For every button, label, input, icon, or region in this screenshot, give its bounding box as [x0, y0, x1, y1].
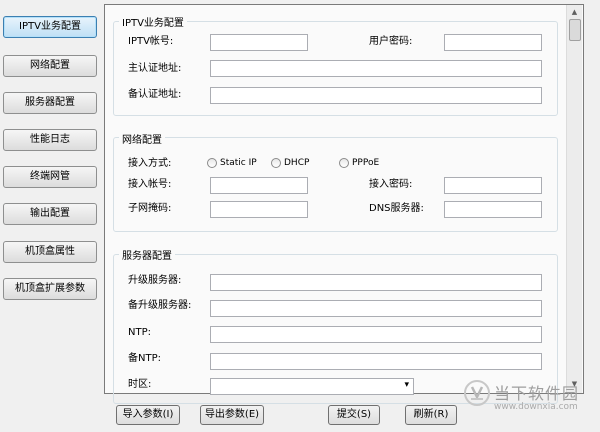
timezone-select[interactable]: [210, 378, 414, 395]
access-password-label: 接入密码:: [369, 179, 413, 190]
user-password-input[interactable]: [444, 34, 542, 51]
ntp-input[interactable]: [210, 326, 542, 343]
nav-iptv-config[interactable]: IPTV业务配置: [3, 16, 97, 38]
pppoe-label: PPPoE: [352, 158, 380, 168]
watermark: 当下软件园 www.downxia.com: [464, 378, 600, 432]
nav-network-config[interactable]: 网络配置: [3, 55, 97, 77]
access-account-input[interactable]: [210, 177, 308, 194]
iptv-group-title: IPTV业务配置: [119, 14, 187, 29]
timezone-label: 时区:: [128, 379, 152, 390]
import-params-button[interactable]: 导入参数(I): [116, 405, 180, 425]
backup-auth-label: 备认证地址:: [128, 89, 182, 100]
access-mode-label: 接入方式:: [128, 158, 172, 169]
settings-nav: IPTV业务配置 网络配置 服务器配置 性能日志 终端网管 输出配置 机顶盒属性…: [0, 0, 106, 432]
watermark-name: 当下软件园: [494, 384, 580, 403]
access-password-input[interactable]: [444, 177, 542, 194]
static-ip-label: Static IP: [220, 158, 257, 168]
subnet-mask-input[interactable]: [210, 201, 308, 218]
backup-ntp-label: 备NTP:: [128, 353, 161, 364]
dns-server-label: DNS服务器:: [369, 203, 424, 214]
nav-output-config[interactable]: 输出配置: [3, 203, 97, 225]
nav-terminal-management[interactable]: 终端网管: [3, 166, 97, 188]
scroll-up-icon[interactable]: ▲: [567, 5, 582, 20]
nav-performance-log[interactable]: 性能日志: [3, 129, 97, 151]
access-account-label: 接入帐号:: [128, 179, 172, 190]
user-password-label: 用户密码:: [369, 36, 413, 47]
subnet-mask-label: 子网掩码:: [128, 203, 172, 214]
pppoe-radio[interactable]: [339, 158, 349, 168]
watermark-logo-icon: [464, 380, 490, 406]
scrollbar-thumb[interactable]: [569, 19, 581, 41]
refresh-button[interactable]: 刷新(R): [405, 405, 457, 425]
upgrade-server-label: 升级服务器:: [128, 275, 182, 286]
backup-auth-input[interactable]: [210, 87, 542, 104]
iptv-account-label: IPTV帐号:: [128, 36, 174, 47]
watermark-url: www.downxia.com: [494, 402, 578, 412]
iptv-account-input[interactable]: [210, 34, 308, 51]
dhcp-radio[interactable]: [271, 158, 281, 168]
submit-button[interactable]: 提交(S): [328, 405, 380, 425]
nav-stb-properties[interactable]: 机顶盒属性: [3, 241, 97, 263]
primary-auth-input[interactable]: [210, 60, 542, 77]
dns-server-input[interactable]: [444, 201, 542, 218]
dhcp-label: DHCP: [284, 158, 310, 168]
backup-upgrade-server-label: 备升级服务器:: [128, 300, 192, 311]
export-params-button[interactable]: 导出参数(E): [200, 405, 264, 425]
primary-auth-label: 主认证地址:: [128, 63, 182, 74]
upgrade-server-input[interactable]: [210, 274, 542, 291]
network-group-title: 网络配置: [119, 131, 165, 146]
backup-ntp-input[interactable]: [210, 353, 542, 370]
static-ip-radio[interactable]: [207, 158, 217, 168]
server-group-title: 服务器配置: [119, 247, 175, 262]
panel-scrollbar[interactable]: ▲ ▼: [566, 5, 582, 393]
nav-server-config[interactable]: 服务器配置: [3, 92, 97, 114]
ntp-label: NTP:: [128, 327, 151, 338]
nav-stb-extended-params[interactable]: 机顶盒扩展参数: [3, 278, 97, 300]
backup-upgrade-server-input[interactable]: [210, 300, 542, 317]
